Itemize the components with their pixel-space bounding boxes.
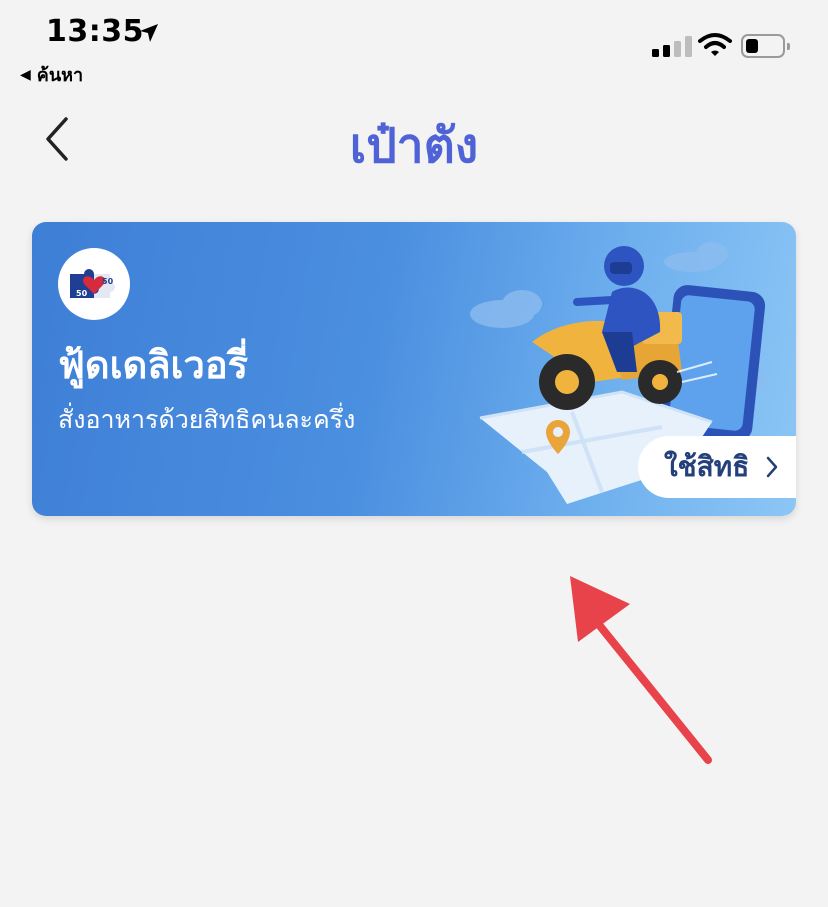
svg-text:50: 50 <box>102 277 114 286</box>
use-rights-button[interactable]: ใช้สิทธิ <box>638 436 796 498</box>
use-rights-label: ใช้สิทธิ <box>664 450 750 483</box>
page-title: เป๋าตัง <box>349 118 479 174</box>
chevron-right-icon <box>767 456 778 478</box>
puzzle-heart-icon: 50 50 <box>70 269 115 298</box>
banner-title: ฟู้ดเดลิเวอรี่ <box>58 343 249 387</box>
location-arrow-icon <box>140 24 158 42</box>
banner-subtitle: สั่งอาหารด้วยสิทธิคนละครึ่ง <box>58 405 356 434</box>
status-time: 13:35 <box>46 14 144 49</box>
wifi-icon <box>698 33 732 56</box>
back-to-app-link[interactable]: ◀ ค้นหา <box>20 60 83 89</box>
back-app-label: ค้นหา <box>36 65 84 86</box>
svg-text:50: 50 <box>76 289 88 298</box>
battery-icon <box>741 34 790 58</box>
back-triangle-icon: ◀ <box>20 66 31 83</box>
food-delivery-banner[interactable]: 50 50 ฟู้ดเดลิเวอรี่ สั่งอาหารด้วยสิทธิค… <box>32 222 796 516</box>
cellular-signal-icon <box>652 36 692 57</box>
half-half-logo: 50 50 <box>58 248 130 320</box>
annotation-arrow-icon <box>570 576 712 764</box>
